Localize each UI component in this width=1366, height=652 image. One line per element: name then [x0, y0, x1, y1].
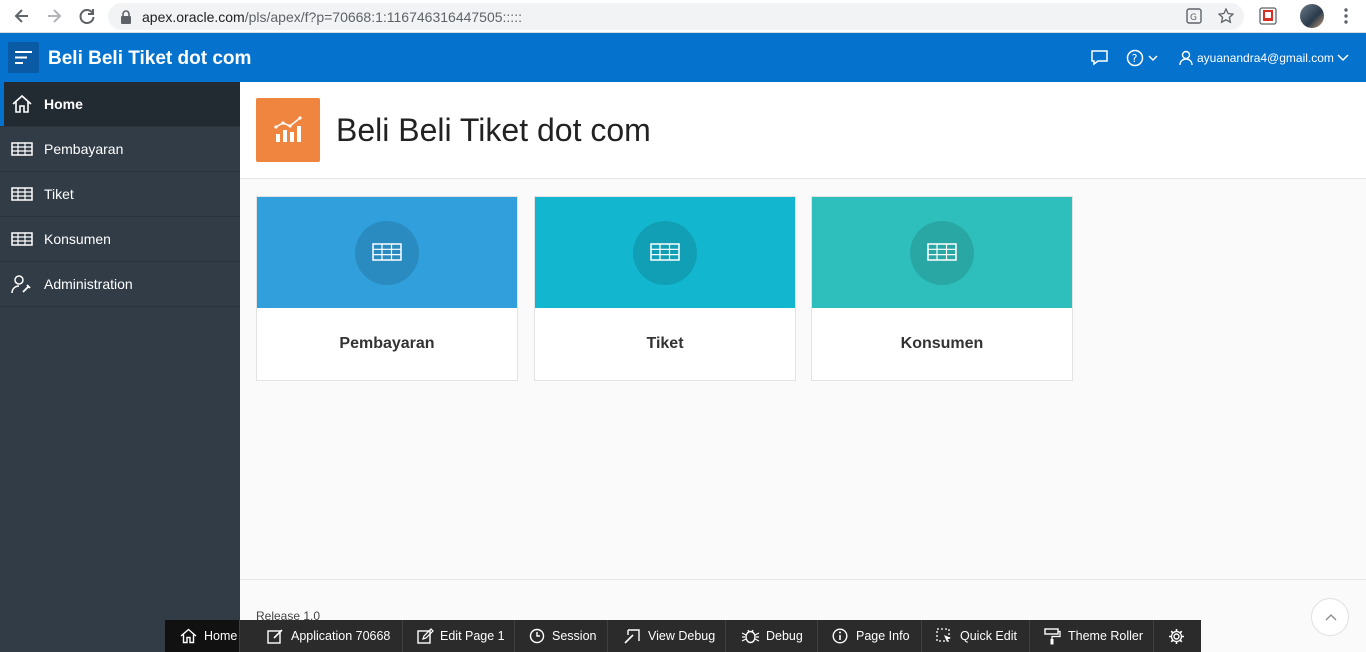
edit-page-icon [417, 628, 434, 644]
dev-item-label: Session [552, 629, 597, 643]
sidebar-item-label: Home [44, 96, 83, 112]
dev-item-label: Quick Edit [960, 629, 1017, 643]
user-wrench-icon [11, 275, 31, 294]
back-icon[interactable] [12, 6, 32, 26]
card-header [812, 197, 1072, 308]
dev-page-info-button[interactable]: Page Info [818, 620, 922, 652]
dev-item-label: Debug [766, 629, 803, 643]
nav-toggle-button[interactable] [8, 42, 39, 73]
forward-icon[interactable] [44, 6, 64, 26]
user-menu-label[interactable]: ayuanandra4@gmail.com [1197, 51, 1334, 65]
translate-icon[interactable]: G [1186, 8, 1202, 24]
bug-icon [741, 629, 760, 644]
url-path: /pls/apex/f?p=70668:1:116746316447505:::… [244, 9, 522, 25]
app-header: Beli Beli Tiket dot com ? ayuanandra4@gm… [0, 33, 1366, 82]
sidebar-item-administration[interactable]: Administration [0, 262, 240, 307]
card-icon-circle [633, 221, 697, 285]
dev-item-label: Edit Page 1 [440, 629, 505, 643]
card-icon-circle [355, 221, 419, 285]
home-icon [180, 628, 197, 644]
dev-debug-button[interactable]: Debug [726, 620, 818, 652]
card-title: Konsumen [900, 335, 984, 352]
dev-session-button[interactable]: Session [515, 620, 608, 652]
help-menu-icon[interactable]: ? [1126, 49, 1160, 67]
sidebar-item-tiket[interactable]: Tiket [0, 172, 240, 217]
sidebar-item-label: Konsumen [44, 231, 111, 247]
sidebar-item-konsumen[interactable]: Konsumen [0, 217, 240, 262]
dev-theme-roller-button[interactable]: Theme Roller [1030, 620, 1154, 652]
card-icon-circle [910, 221, 974, 285]
extension-icon[interactable] [1258, 6, 1278, 26]
paint-roller-icon [1044, 628, 1061, 645]
dev-item-label: Application 70668 [291, 629, 391, 643]
dev-settings-button[interactable] [1154, 620, 1201, 652]
table-icon [927, 243, 957, 261]
table-icon [650, 243, 680, 261]
card-title: Pembayaran [339, 335, 435, 352]
gear-icon [1169, 629, 1184, 644]
quick-edit-icon [936, 628, 951, 642]
browser-menu-icon[interactable] [1336, 6, 1356, 26]
view-debug-icon [624, 629, 640, 644]
card-header [535, 197, 795, 308]
app-title[interactable]: Beli Beli Tiket dot com [48, 48, 251, 70]
user-icon[interactable] [1178, 50, 1194, 66]
scroll-to-top-button[interactable] [1311, 598, 1349, 636]
feedback-icon[interactable] [1090, 49, 1109, 66]
hero-region: Beli Beli Tiket dot com [240, 82, 1366, 179]
clock-icon [529, 628, 545, 644]
page-title: Beli Beli Tiket dot com [336, 112, 651, 148]
address-bar[interactable]: apex.oracle.com/pls/apex/f?p=70668:1:116… [108, 3, 1244, 30]
developer-toolbar: Home Application 70668 Edit Page 1 Sessi… [165, 620, 1201, 652]
browser-toolbar: apex.oracle.com/pls/apex/f?p=70668:1:116… [0, 0, 1366, 33]
info-icon [832, 628, 848, 644]
card-konsumen[interactable]: Konsumen [811, 196, 1073, 381]
footer-divider [240, 579, 1366, 580]
url-text: apex.oracle.com/pls/apex/f?p=70668:1:116… [142, 9, 522, 25]
url-host: apex.oracle.com [142, 9, 245, 25]
lock-icon [121, 10, 131, 24]
table-icon [372, 243, 402, 261]
chevron-up-icon [1325, 614, 1337, 621]
sidebar-item-label: Pembayaran [44, 141, 124, 157]
dev-home-button[interactable]: Home [165, 620, 240, 652]
card-header [257, 197, 517, 308]
hero-icon-box [256, 98, 320, 162]
dev-item-label: View Debug [648, 629, 716, 643]
sidebar-item-label: Administration [44, 276, 133, 292]
chart-icon [274, 116, 302, 142]
home-icon [12, 94, 32, 113]
browser-profile-avatar[interactable] [1300, 4, 1324, 28]
menu-icon [15, 51, 32, 64]
dev-item-label: Theme Roller [1068, 629, 1144, 643]
sidebar-item-label: Tiket [44, 186, 74, 202]
dev-application-button[interactable]: Application 70668 [240, 620, 403, 652]
dev-quick-edit-button[interactable]: Quick Edit [922, 620, 1030, 652]
card-tiket[interactable]: Tiket [534, 196, 796, 381]
dev-item-label: Home [204, 629, 238, 643]
table-icon [11, 142, 33, 156]
table-icon [11, 187, 33, 201]
dev-edit-page-button[interactable]: Edit Page 1 [403, 620, 515, 652]
edit-app-icon [267, 629, 283, 644]
dev-item-label: Page Info [856, 629, 910, 643]
svg-text:?: ? [1132, 52, 1138, 65]
card-title: Tiket [646, 335, 684, 352]
sidebar-item-home[interactable]: Home [0, 82, 240, 127]
sidebar-nav: Home Pembayaran Tiket Konsumen Administr… [0, 82, 240, 652]
chevron-down-icon[interactable] [1337, 54, 1349, 62]
table-icon [11, 232, 33, 246]
card-pembayaran[interactable]: Pembayaran [256, 196, 518, 381]
star-icon[interactable] [1218, 8, 1234, 24]
dev-view-debug-button[interactable]: View Debug [608, 620, 726, 652]
svg-text:G: G [1190, 13, 1197, 23]
reload-icon[interactable] [77, 6, 97, 26]
sidebar-item-pembayaran[interactable]: Pembayaran [0, 127, 240, 172]
